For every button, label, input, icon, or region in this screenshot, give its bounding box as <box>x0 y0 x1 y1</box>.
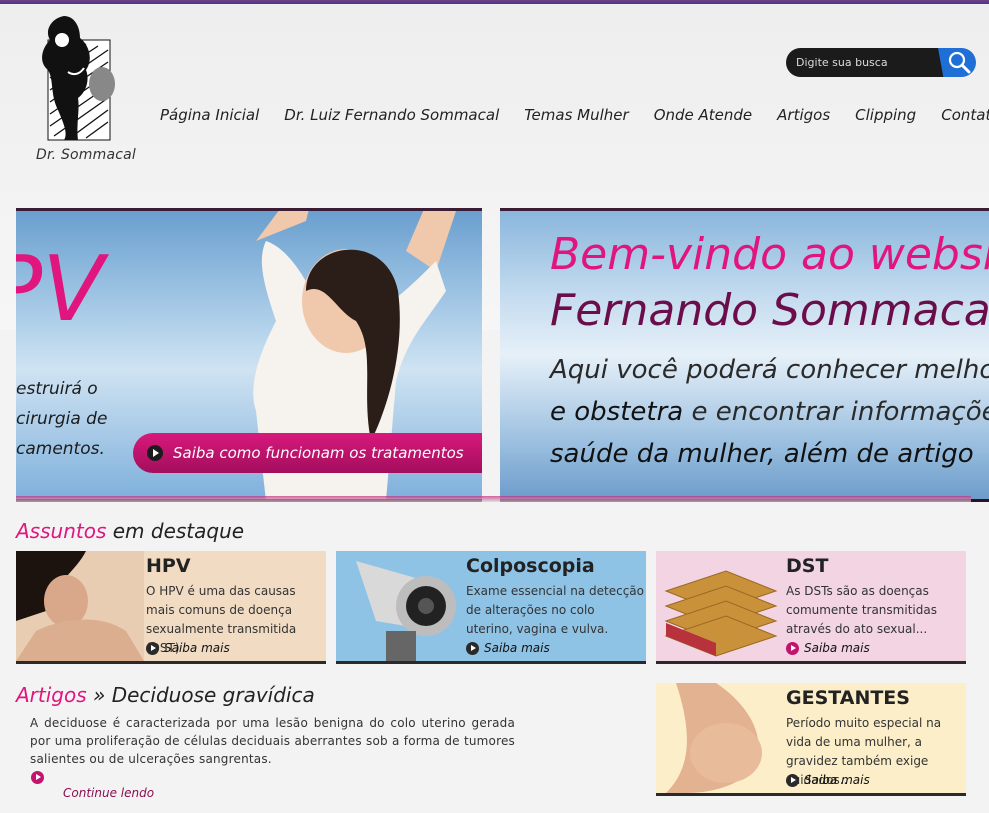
search-input[interactable] <box>786 48 946 77</box>
banner-text-line-3: camentos. <box>16 439 105 459</box>
featured-heading-rest: em destaque <box>106 519 245 543</box>
nav-item-temas-mulher[interactable]: Temas Mulher <box>524 106 628 124</box>
saiba-mais-label: Saiba mais <box>164 641 230 655</box>
banner-left[interactable]: PV estruirá o cirurgia de camentos. Saib… <box>16 208 482 502</box>
logo[interactable] <box>34 14 144 164</box>
condoms-photo <box>656 551 784 661</box>
card-gestantes[interactable]: GESTANTES Período muito especial na vida… <box>656 683 966 796</box>
treatments-cta-button[interactable]: Saiba como funcionam os tratamentos <box>133 433 482 473</box>
card-colposcopia[interactable]: Colposcopia Exame essencial na detecção … <box>336 551 646 664</box>
card-hpv[interactable]: HPV O HPV é uma das causas mais comuns d… <box>16 551 326 664</box>
card-title: GESTANTES <box>786 687 910 709</box>
logo-figure-icon <box>42 16 115 141</box>
welcome-line-2-bold: e obstetra <box>550 397 684 427</box>
search-icon <box>948 51 971 74</box>
arrow-icon <box>146 642 159 655</box>
arrow-icon <box>31 771 44 784</box>
saiba-mais-label: Saiba mais <box>804 641 870 655</box>
arrow-icon <box>786 642 799 655</box>
welcome-line-2-rest: e encontrar informações <box>683 397 989 427</box>
card-title: Colposcopia <box>466 555 595 577</box>
article-title[interactable]: Deciduose gravídica <box>112 683 315 707</box>
colposcope-photo <box>336 551 464 661</box>
welcome-line-2: e obstetra e encontrar informações <box>550 397 989 427</box>
card-title: HPV <box>146 555 191 577</box>
article-excerpt: A deciduose é caracterizada por uma lesã… <box>30 716 515 766</box>
arrow-icon <box>147 445 163 461</box>
articles-heading-sep: » <box>86 683 112 707</box>
saiba-mais-link[interactable]: Saiba mais <box>786 773 870 787</box>
arrow-icon <box>466 642 479 655</box>
banner-big-text: PV <box>16 237 104 342</box>
welcome-line-1: Aqui você poderá conhecer melho <box>550 355 989 385</box>
articles-heading: Artigos » Deciduose gravídica <box>16 683 315 707</box>
main-nav: Página Inicial Dr. Luiz Fernando Sommaca… <box>160 106 989 124</box>
banner-shadow <box>16 496 971 502</box>
pregnant-belly-photo <box>656 683 784 793</box>
card-desc: Exame essencial na detecção de alteraçõe… <box>466 584 644 636</box>
card-dst[interactable]: DST As DSTs são as doenças comumente tra… <box>656 551 966 664</box>
nav-item-dr-luiz[interactable]: Dr. Luiz Fernando Sommacal <box>284 106 499 124</box>
continue-reading-link[interactable]: Continue lendo <box>30 770 170 804</box>
nav-item-clipping[interactable]: Clipping <box>855 106 916 124</box>
featured-heading-accent: Assuntos <box>16 519 107 543</box>
nav-item-contato[interactable]: Contato <box>941 106 989 124</box>
nav-item-onde-atende[interactable]: Onde Atende <box>654 106 752 124</box>
saiba-mais-label: Saiba mais <box>804 773 870 787</box>
featured-heading: Assuntos em destaque <box>16 519 244 543</box>
saiba-mais-link[interactable]: Saiba mais <box>786 641 870 655</box>
card-title: DST <box>786 555 829 577</box>
banner-right[interactable]: Bem-vindo ao websit Fernando Sommaca Aqu… <box>500 208 989 502</box>
saiba-mais-link[interactable]: Saiba mais <box>146 641 230 655</box>
welcome-title: Bem-vindo ao websit <box>550 229 989 280</box>
card-desc: As DSTs são as doenças comumente transmi… <box>786 584 937 636</box>
welcome-name: Fernando Sommaca <box>550 285 989 336</box>
banner-text-line-1: estruirá o <box>16 379 98 399</box>
nav-item-pagina-inicial[interactable]: Página Inicial <box>160 106 259 124</box>
logo-text: Dr. Sommacal <box>36 147 137 163</box>
banner-text-line-2: cirurgia de <box>16 409 108 429</box>
continue-reading-label: Continue lendo <box>63 786 155 800</box>
cta-label: Saiba como funcionam os tratamentos <box>173 444 464 462</box>
search-box <box>786 48 976 77</box>
saiba-mais-label: Saiba mais <box>484 641 550 655</box>
nav-item-artigos[interactable]: Artigos <box>777 106 830 124</box>
hpv-photo <box>16 551 144 661</box>
arrow-icon <box>786 774 799 787</box>
articles-heading-accent[interactable]: Artigos <box>16 683 87 707</box>
search-button[interactable] <box>938 48 976 77</box>
saiba-mais-link[interactable]: Saiba mais <box>466 641 550 655</box>
welcome-line-3: saúde da mulher, além de artigo <box>550 439 974 469</box>
